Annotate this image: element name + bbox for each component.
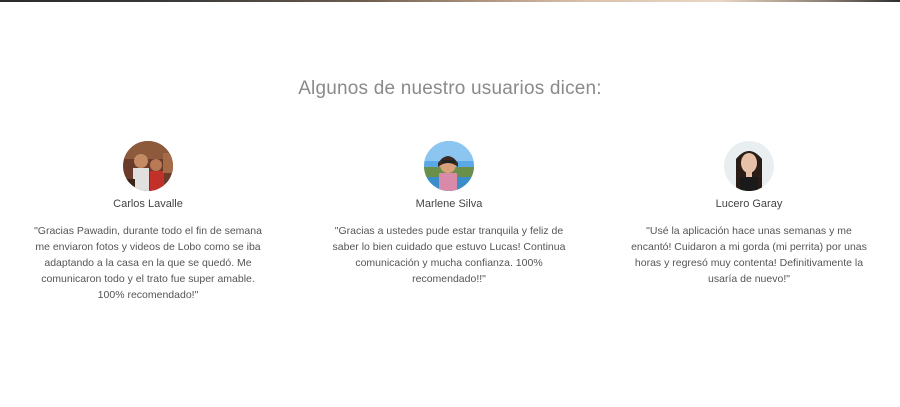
- testimonial-card: Lucero Garay "Usé la aplicación hace una…: [629, 140, 869, 287]
- user-photo-icon: [424, 141, 474, 191]
- avatar-carlos: [123, 141, 173, 191]
- testimonial-name: Carlos Lavalle: [113, 198, 183, 210]
- testimonial-quote: "Gracias a ustedes pude estar tranquila …: [332, 225, 566, 285]
- avatar-lucero: [724, 141, 774, 191]
- testimonials-page: Algunos de nuestro usuarios dicen: Carlo…: [0, 0, 900, 407]
- testimonial-card: Marlene Silva "Gracias a ustedes pude es…: [329, 140, 569, 287]
- header-image-strip: [0, 0, 900, 2]
- testimonial-quote: "Gracias Pawadin, durante todo el fin de…: [34, 225, 262, 301]
- testimonial-quote: "Usé la aplicación hace unas semanas y m…: [631, 225, 867, 285]
- section-title: Algunos de nuestro usuarios dicen:: [298, 78, 602, 99]
- user-photo-icon: [724, 141, 774, 191]
- testimonials-list: Carlos Lavalle "Gracias Pawadin, durante…: [0, 140, 900, 340]
- testimonial-name: Lucero Garay: [715, 198, 783, 210]
- avatar-marlene: [424, 141, 474, 191]
- testimonial-card: Carlos Lavalle "Gracias Pawadin, durante…: [28, 140, 268, 303]
- user-photo-icon: [123, 141, 173, 191]
- testimonial-name: Marlene Silva: [415, 198, 483, 210]
